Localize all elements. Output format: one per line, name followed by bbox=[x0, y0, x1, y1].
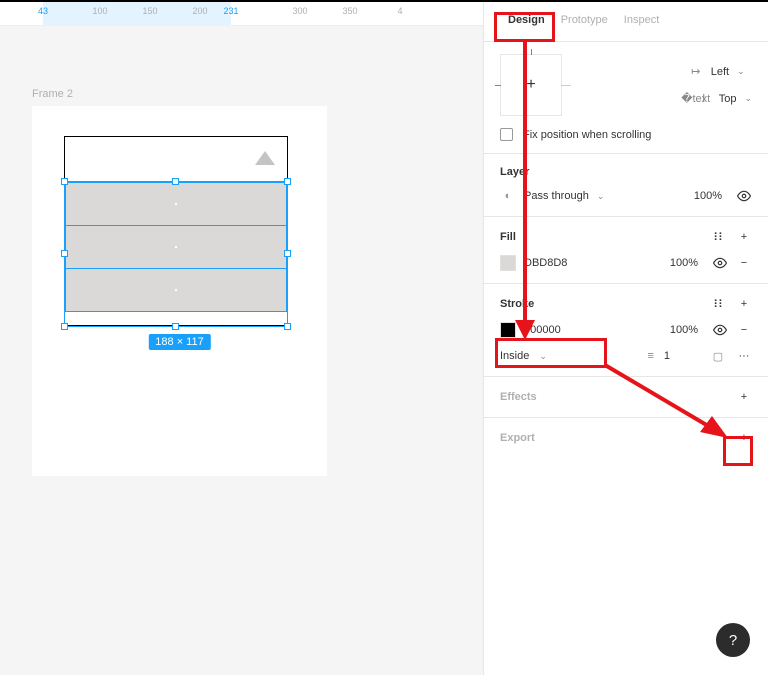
fill-opacity[interactable]: 100% bbox=[670, 257, 698, 269]
resize-handle[interactable] bbox=[284, 323, 291, 330]
selected-group[interactable] bbox=[64, 181, 288, 327]
plus-icon: + bbox=[526, 76, 535, 94]
ruler-tick: 100 bbox=[92, 6, 107, 16]
layer-section: Layer ◐ Pass through ⌄ 100% bbox=[484, 154, 768, 217]
ruler-tick: 43 bbox=[38, 6, 48, 16]
ruler-tick: 231 bbox=[223, 6, 238, 16]
add-fill-button[interactable]: + bbox=[736, 229, 752, 245]
stroke-hex[interactable]: 000000 bbox=[524, 324, 561, 336]
resize-handle[interactable] bbox=[61, 178, 68, 185]
stroke-weight-icon: ≡ bbox=[647, 350, 653, 362]
constraints-section: + ↦ Left ⌄ �text Ⅰ Top ⌄ Fix position wh… bbox=[484, 42, 768, 154]
chevron-down-icon: ⌄ bbox=[597, 191, 605, 202]
fix-position-label: Fix position when scrolling bbox=[523, 129, 651, 141]
ruler-tick: 300 bbox=[292, 6, 307, 16]
chevron-down-icon: ⌄ bbox=[744, 93, 752, 104]
panel-tabs: Design Prototype Inspect bbox=[484, 2, 768, 42]
design-panel: Design Prototype Inspect + ↦ Left ⌄ �tex… bbox=[483, 2, 768, 675]
styles-icon[interactable]: ⠸⠇ bbox=[710, 296, 726, 312]
tab-prototype[interactable]: Prototype bbox=[553, 10, 616, 41]
constraint-v-label: Top bbox=[719, 93, 737, 105]
eye-icon[interactable] bbox=[736, 188, 752, 204]
layer-title: Layer bbox=[500, 166, 752, 178]
chevron-down-icon: ⌄ bbox=[539, 351, 547, 362]
selection-dim-badge: 188 × 117 bbox=[148, 334, 210, 350]
fix-position-checkbox[interactable] bbox=[500, 128, 513, 141]
resize-handle[interactable] bbox=[284, 250, 291, 257]
ruler-tick: 150 bbox=[142, 6, 157, 16]
ruler-tick: 4 bbox=[397, 6, 402, 16]
fill-swatch[interactable] bbox=[500, 255, 516, 271]
horizontal-ruler: 43 100 150 200 231 300 350 4 bbox=[0, 2, 483, 26]
eye-icon[interactable] bbox=[712, 322, 728, 338]
rectangle-row[interactable] bbox=[65, 268, 287, 312]
fill-hex[interactable]: DBD8D8 bbox=[524, 257, 567, 269]
resize-handle[interactable] bbox=[172, 178, 179, 185]
blend-mode-icon[interactable]: ◐ bbox=[500, 188, 516, 204]
eye-icon[interactable] bbox=[712, 255, 728, 271]
effects-section: Effects + bbox=[484, 377, 768, 418]
stroke-opacity[interactable]: 100% bbox=[670, 324, 698, 336]
rectangle-row[interactable] bbox=[65, 225, 287, 269]
chevron-down-icon: ⌄ bbox=[737, 66, 745, 77]
stroke-weight[interactable]: 1 bbox=[664, 350, 670, 362]
blend-mode[interactable]: Pass through bbox=[524, 190, 589, 202]
stroke-more-button[interactable]: ··· bbox=[736, 348, 752, 364]
resize-handle[interactable] bbox=[284, 178, 291, 185]
horizontal-icon: ↦ bbox=[689, 65, 703, 78]
ruler-tick: 200 bbox=[192, 6, 207, 16]
triangle-icon bbox=[255, 151, 275, 165]
export-section: Export + bbox=[484, 418, 768, 458]
stroke-swatch[interactable] bbox=[500, 322, 516, 338]
resize-handle[interactable] bbox=[172, 323, 179, 330]
constraint-h-label: Left bbox=[711, 66, 729, 78]
styles-icon[interactable]: ⠸⠇ bbox=[710, 229, 726, 245]
export-title: Export bbox=[500, 432, 535, 444]
resize-handle[interactable] bbox=[61, 250, 68, 257]
ruler-tick: 350 bbox=[342, 6, 357, 16]
frame-2[interactable]: 188 × 117 bbox=[32, 106, 327, 476]
frame-label: Frame 2 bbox=[32, 88, 73, 100]
stroke-perside-icon[interactable]: ▢ bbox=[710, 348, 726, 364]
stroke-title: Stroke bbox=[500, 298, 534, 310]
tab-design[interactable]: Design bbox=[500, 10, 553, 41]
add-stroke-button[interactable]: + bbox=[736, 296, 752, 312]
vertical-icon: Ⅰ bbox=[697, 92, 711, 105]
layer-opacity[interactable]: 100% bbox=[694, 190, 722, 202]
remove-stroke-button[interactable]: − bbox=[736, 322, 752, 338]
stroke-section: Stroke ⠸⠇ + 000000 100% − Inside ⌄ ≡ 1 ▢… bbox=[484, 284, 768, 377]
stroke-align[interactable]: Inside bbox=[500, 350, 529, 362]
add-effect-button[interactable]: + bbox=[736, 389, 752, 405]
fill-title: Fill bbox=[500, 231, 516, 243]
fill-section: Fill ⠸⠇ + DBD8D8 100% − bbox=[484, 217, 768, 284]
constraint-vertical[interactable]: �text Ⅰ Top ⌄ bbox=[689, 92, 752, 105]
effects-title: Effects bbox=[500, 391, 537, 403]
rectangle-row[interactable] bbox=[65, 182, 287, 226]
resize-handle[interactable] bbox=[61, 323, 68, 330]
canvas[interactable]: Frame 2 188 × 117 bbox=[0, 26, 483, 675]
tab-inspect[interactable]: Inspect bbox=[616, 10, 667, 41]
remove-fill-button[interactable]: − bbox=[736, 255, 752, 271]
constraints-widget[interactable]: + bbox=[500, 54, 562, 116]
constraint-horizontal[interactable]: ↦ Left ⌄ bbox=[689, 65, 752, 78]
add-export-button[interactable]: + bbox=[736, 430, 752, 446]
help-button[interactable]: ? bbox=[716, 623, 750, 657]
